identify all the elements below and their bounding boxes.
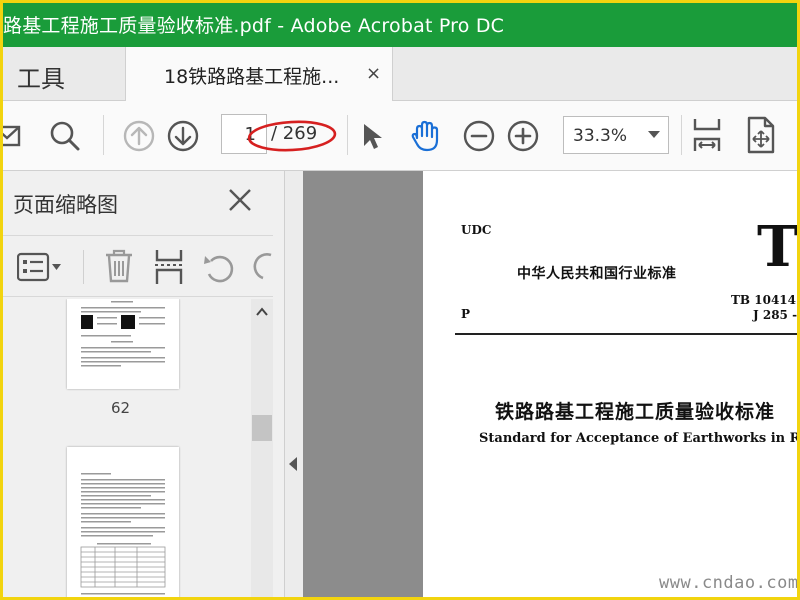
title-bar: 路基工程施工质量验收标准.pdf - Adobe Acrobat Pro DC: [3, 3, 797, 47]
previous-page-icon[interactable]: [121, 118, 157, 154]
pdf-page: UDC 中华人民共和国行业标准 T TB 10414 - J 285 - P 铁…: [423, 171, 800, 597]
tb-code: TB 10414 -: [731, 293, 800, 307]
toolbar: 1 / 269 33.3%: [0, 101, 797, 171]
tab-document[interactable]: 18铁路路基工程施... ×: [125, 47, 393, 101]
collapse-sidebar-icon[interactable]: [289, 457, 297, 471]
scrollbar-thumb[interactable]: [252, 415, 272, 441]
tab-document-label: 18铁路路基工程施...: [164, 66, 340, 88]
sidebar-title: 页面缩略图: [13, 193, 118, 217]
tab-bar: 工具 18铁路路基工程施... ×: [3, 47, 797, 101]
thumbnail-page-number: 62: [111, 399, 131, 417]
toolbar-separator: [347, 115, 348, 155]
udc-label: UDC: [461, 223, 492, 237]
standard-category: 中华人民共和国行业标准: [517, 266, 677, 282]
app-window: 路基工程施工质量验收标准.pdf - Adobe Acrobat Pro DC …: [0, 0, 800, 600]
j-code: J 285 -: [753, 308, 798, 322]
zoom-value: 33.3%: [573, 126, 628, 146]
page-thumbnail-preview: [80, 473, 166, 595]
tab-tools[interactable]: 工具: [17, 59, 65, 94]
chevron-up-icon[interactable]: [255, 305, 269, 319]
toolbar-separator: [681, 115, 682, 155]
search-icon[interactable]: [47, 118, 83, 154]
page-thumbnail[interactable]: [67, 299, 179, 389]
extract-page-icon[interactable]: [153, 248, 185, 286]
thumbnail-scrollbar[interactable]: [251, 299, 273, 597]
rotate-right-icon[interactable]: [253, 250, 273, 284]
sidebar-toolbar: [3, 235, 273, 297]
zoom-out-icon[interactable]: [461, 118, 497, 154]
highlight-oval: [247, 120, 337, 152]
thumbnail-list: 62: [3, 299, 273, 597]
close-icon[interactable]: [225, 185, 255, 215]
toolbar-separator: [83, 250, 84, 284]
page-thumbnail[interactable]: [67, 447, 179, 597]
p-label: P: [461, 307, 471, 321]
chevron-down-icon: [648, 131, 660, 138]
thumbnail-sidebar: 页面缩略图 62: [3, 171, 285, 597]
document-title: 铁路路基工程施工质量验收标准: [495, 401, 776, 423]
document-view: UDC 中华人民共和国行业标准 T TB 10414 - J 285 - P 铁…: [303, 171, 800, 597]
full-screen-icon[interactable]: [743, 115, 779, 155]
hand-tool-icon[interactable]: [407, 118, 443, 154]
mail-icon[interactable]: [0, 118, 25, 154]
document-subtitle: Standard for Acceptance of Earthworks in…: [479, 431, 800, 446]
watermark: www.cndao.com: [659, 573, 799, 593]
zoom-select[interactable]: 33.3%: [563, 116, 669, 154]
sidebar-collapse-strip[interactable]: [285, 171, 303, 597]
zoom-in-icon[interactable]: [505, 118, 541, 154]
rotate-left-icon[interactable]: [201, 250, 237, 284]
divider: [455, 333, 797, 335]
trash-icon[interactable]: [103, 248, 135, 284]
toolbar-separator: [103, 115, 104, 155]
select-cursor-icon[interactable]: [355, 118, 391, 154]
page-thumbnail-preview: [81, 301, 165, 367]
thumbnail-options-icon[interactable]: [17, 252, 63, 282]
tab-close-icon[interactable]: ×: [366, 63, 381, 84]
standard-logo-letter: T: [757, 214, 799, 280]
fit-page-icon[interactable]: [687, 115, 727, 155]
window-title: 路基工程施工质量验收标准.pdf - Adobe Acrobat Pro DC: [3, 15, 505, 37]
next-page-icon[interactable]: [165, 118, 201, 154]
